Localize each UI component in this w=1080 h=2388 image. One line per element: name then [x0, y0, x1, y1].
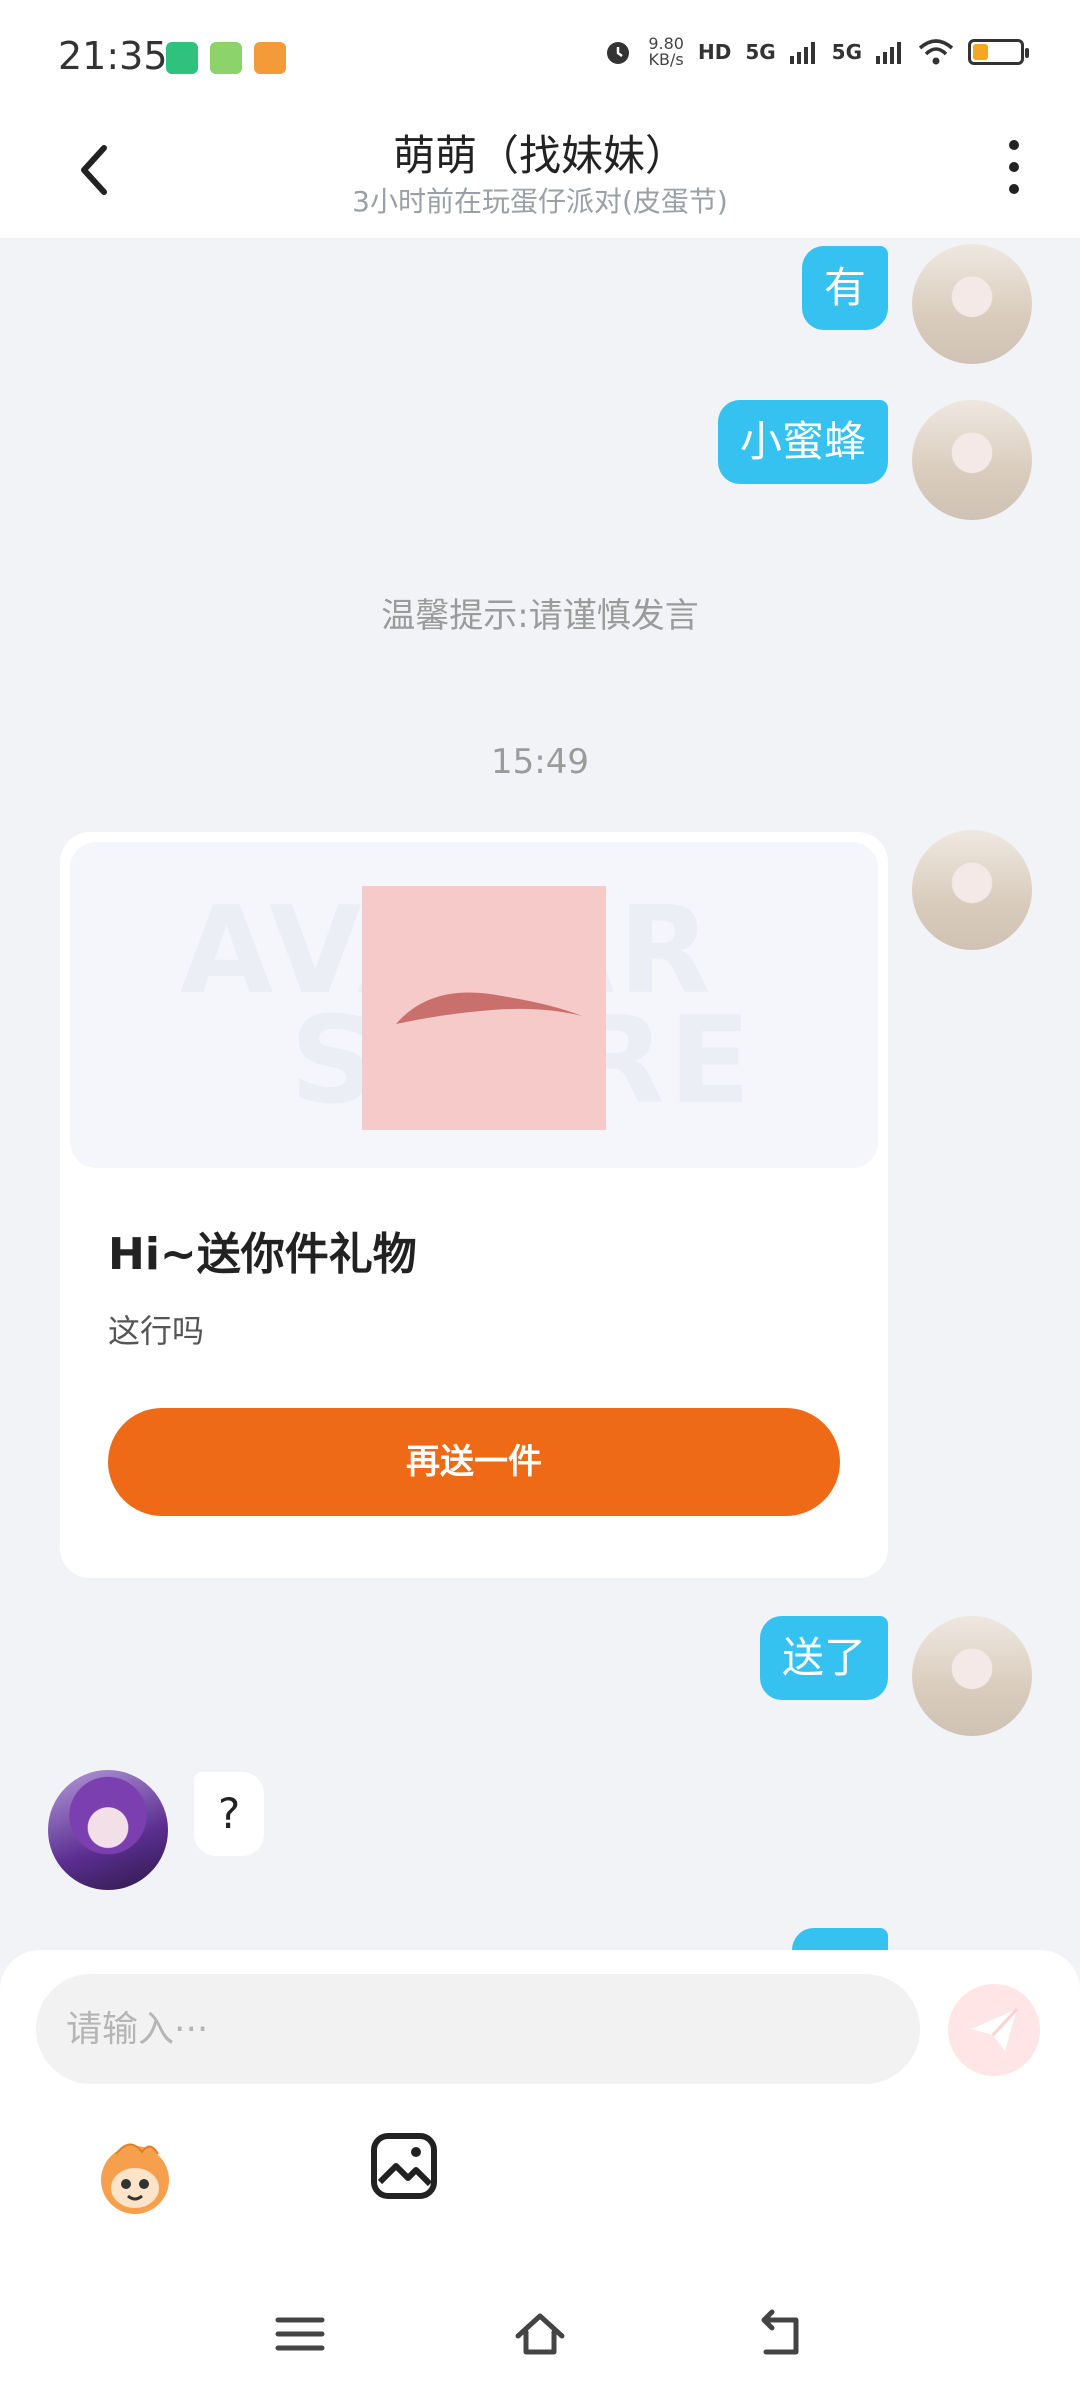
send-another-gift-button[interactable]: 再送一件: [108, 1408, 840, 1516]
message-bubble-received[interactable]: ?: [194, 1772, 265, 1856]
message-timestamp: 15:49: [491, 742, 589, 782]
chat-subtitle: 3小时前在玩蛋仔派对(皮蛋节): [352, 185, 728, 218]
chat-title: 萌萌（找妹妹）: [392, 131, 687, 180]
message-bubble-sent[interactable]: 有: [801, 246, 888, 330]
notification-app-icon: [166, 42, 198, 74]
system-nav-bar: [0, 2270, 1080, 2388]
message-input[interactable]: [36, 1974, 920, 2084]
message-bubble-sent[interactable]: 小蜜蜂: [717, 400, 888, 484]
send-icon: [971, 2007, 1019, 2051]
signal-5g-2: 5G: [831, 40, 862, 64]
network-speed: 9.80 KB/s: [648, 36, 684, 68]
emoji-icon[interactable]: [90, 2130, 180, 2220]
gift-image[interactable]: [362, 886, 606, 1130]
contact-avatar[interactable]: [48, 1770, 168, 1890]
chat-header: 萌萌（找妹妹） 3小时前在玩蛋仔派对(皮蛋节): [0, 110, 1080, 238]
signal-5g-1: 5G: [745, 40, 776, 64]
gift-card[interactable]: AVATAR STORE Hi~送你件礼物 这行吗 再送一件: [60, 832, 888, 1578]
home-icon[interactable]: [512, 2306, 568, 2362]
system-tip: 温馨提示:请谨慎发言: [381, 596, 699, 636]
notification-icons: [166, 42, 286, 74]
gift-description: 这行吗: [108, 1312, 205, 1350]
status-time: 21:35: [58, 34, 168, 78]
network-speed-unit: KB/s: [648, 50, 684, 69]
signal-bars-icon: [789, 42, 815, 64]
notification-app-icon: [210, 42, 242, 74]
send-button[interactable]: [948, 1984, 1040, 2076]
gift-image-area: AVATAR STORE: [70, 842, 878, 1168]
eyebrow-graphic: [396, 992, 582, 1024]
menu-icon[interactable]: [272, 2306, 328, 2362]
battery-icon: [968, 39, 1029, 65]
alarm-icon: [607, 42, 630, 64]
gift-title: Hi~送你件礼物: [108, 1229, 417, 1280]
avatar[interactable]: [912, 1616, 1032, 1736]
wifi-icon: [918, 39, 954, 65]
hd-badge: HD: [697, 40, 732, 64]
signal-bars-icon: [876, 42, 901, 64]
status-bar: 21:35 9.80 KB/s HD 5G 5G: [0, 0, 1080, 110]
image-picker-icon[interactable]: [368, 2130, 440, 2202]
avatar[interactable]: [912, 830, 1032, 950]
more-options-icon[interactable]: [1004, 140, 1024, 204]
message-bubble-sent[interactable]: 送了: [759, 1616, 888, 1700]
status-indicators: 9.80 KB/s HD 5G 5G: [602, 36, 1029, 68]
avatar[interactable]: [912, 400, 1032, 520]
avatar[interactable]: [912, 244, 1032, 364]
notification-app-icon: [254, 42, 286, 74]
back-icon[interactable]: [752, 2306, 808, 2362]
